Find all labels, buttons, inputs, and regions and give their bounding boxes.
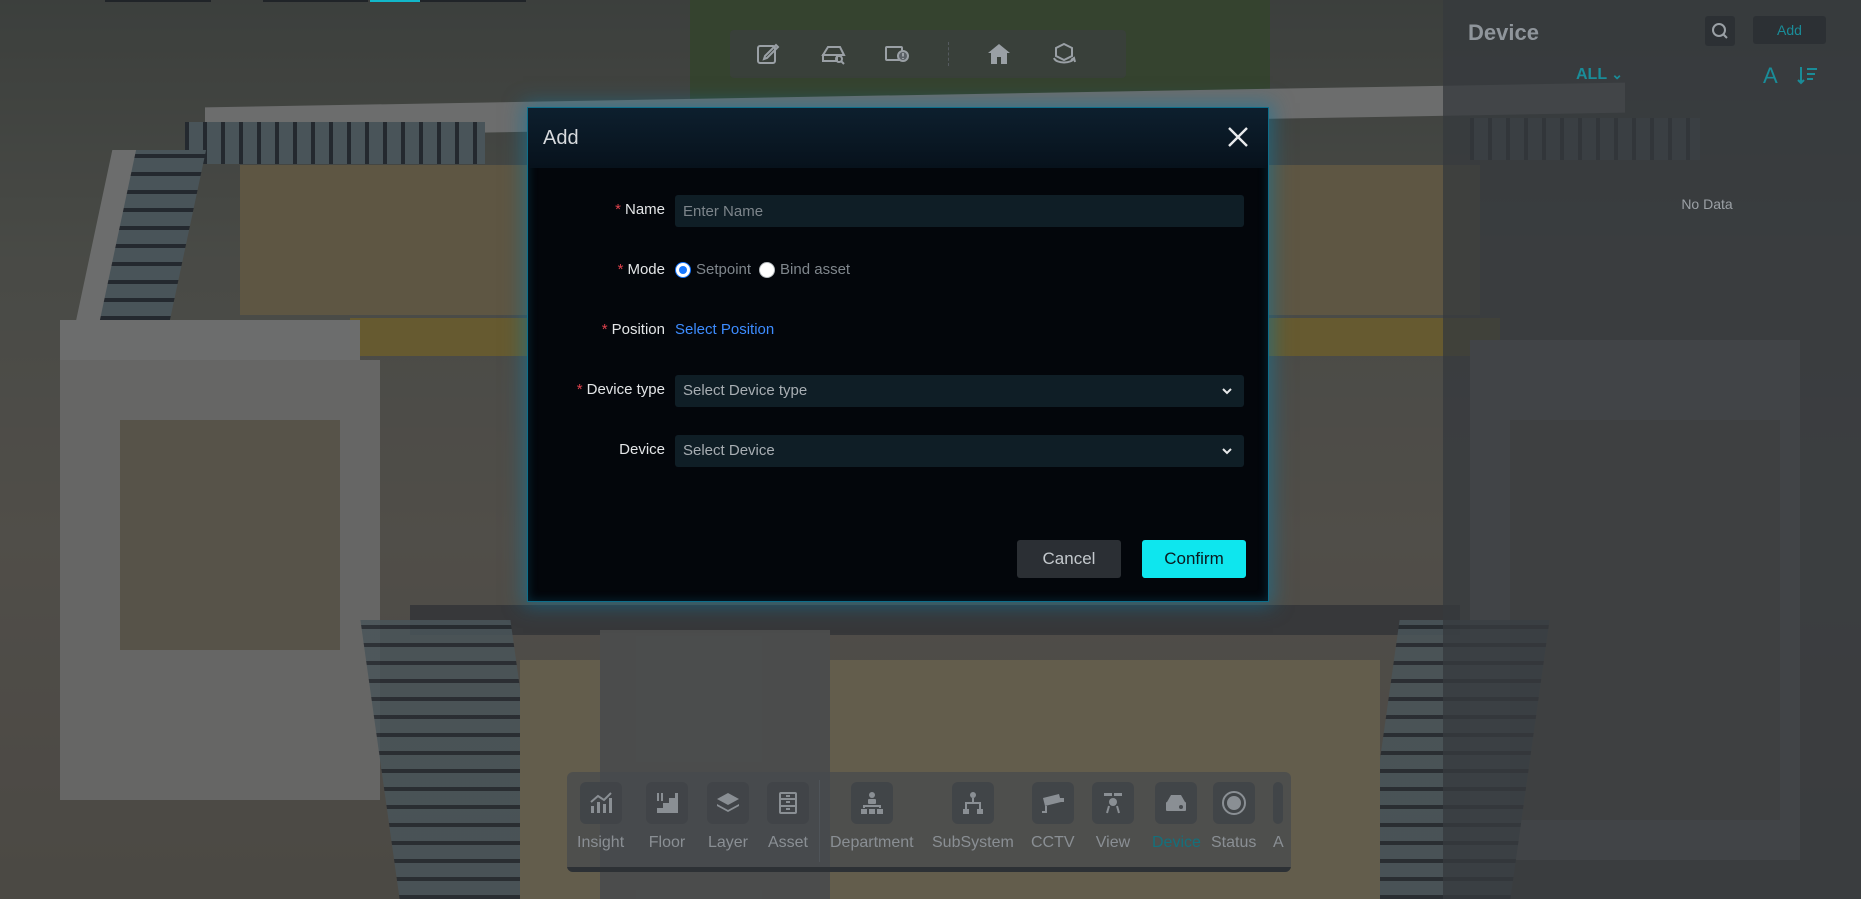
search-icon [1712, 23, 1728, 39]
layers-icon [717, 793, 739, 812]
filter-value: ALL [1576, 66, 1607, 83]
required-mark: * [615, 201, 621, 218]
name-row: * Name [528, 195, 1270, 227]
alert-screen-icon[interactable] [877, 34, 918, 74]
dock-item-more[interactable]: A [1273, 782, 1284, 852]
device-label: Device [619, 441, 665, 458]
subsystem-icon [962, 792, 983, 814]
home-icon[interactable] [979, 34, 1020, 74]
chevron-down-icon [1222, 388, 1232, 395]
dock-item-view[interactable]: View [1092, 782, 1134, 852]
device-type-label: * Device type [576, 381, 665, 398]
stairs-icon [657, 793, 678, 813]
radio-unselected-icon [759, 261, 776, 278]
bottom-dock: Insight Floor Layer Asset Department Sub… [567, 772, 1291, 872]
chevron-down-icon: ⌄ [1611, 66, 1623, 82]
dock-item-subsystem[interactable]: SubSystem [932, 782, 1014, 852]
dock-label: CCTV [1031, 834, 1075, 851]
dock-item-layer[interactable]: Layer [707, 782, 749, 852]
name-field[interactable] [675, 195, 1244, 227]
confirm-button[interactable]: Confirm [1142, 540, 1246, 578]
dock-label: Layer [707, 834, 749, 851]
status-icon [1221, 791, 1246, 815]
org-chart-icon [860, 792, 883, 814]
font-size-icon[interactable]: A [1763, 64, 1785, 88]
device-icon [1166, 795, 1187, 811]
dock-label: SubSystem [932, 834, 1014, 851]
panel-title: Device [1468, 20, 1539, 45]
dock-label: Device [1152, 834, 1201, 851]
dock-item-device[interactable]: Device [1152, 782, 1201, 852]
mode-row: * Mode Setpoint Bind asset [528, 255, 1270, 287]
device-row: Device Select Device [528, 435, 1270, 467]
area-search-icon[interactable] [813, 34, 854, 74]
dock-label: View [1095, 834, 1131, 851]
device-side-panel: Device Add ALL ⌄ A No Data [1443, 0, 1861, 899]
sort-icon[interactable] [1797, 64, 1819, 88]
dock-item-status[interactable]: Status [1211, 782, 1256, 852]
dock-label: Floor [648, 834, 686, 851]
dock-label: Asset [767, 834, 808, 851]
close-button[interactable] [1226, 125, 1250, 149]
select-placeholder: Select Device type [683, 382, 808, 399]
dock-item-asset[interactable]: Asset [767, 782, 809, 852]
dock-item-insight[interactable]: Insight [577, 782, 624, 852]
more-icon [1273, 782, 1284, 824]
required-mark: * [617, 261, 624, 278]
dock-label: Insight [577, 834, 625, 851]
dock-scrollbar[interactable] [567, 867, 1291, 872]
required-mark: * [601, 321, 608, 338]
toolbar-separator [947, 42, 949, 66]
chart-icon [589, 792, 612, 813]
device-type-select[interactable]: Select Device type [675, 375, 1244, 407]
device-type-row: * Device type Select Device type [528, 375, 1270, 407]
radio-label: Bind asset [780, 261, 851, 278]
dock-label: Status [1211, 834, 1257, 851]
name-input[interactable] [675, 195, 1244, 227]
cancel-button[interactable]: Cancel [1017, 540, 1121, 578]
position-label: * Position [601, 321, 665, 338]
dock-label: A [1273, 834, 1284, 851]
dock-item-cctv[interactable]: CCTV [1031, 782, 1075, 852]
mode-label: * Mode [617, 261, 665, 278]
filter-dropdown[interactable]: ALL ⌄ [1576, 66, 1623, 84]
radio-bind-asset[interactable]: Bind asset [759, 261, 850, 278]
search-button[interactable] [1705, 16, 1735, 46]
empty-state-text: No Data [1681, 196, 1733, 212]
cabinet-icon [779, 792, 797, 814]
top-toolbar [730, 30, 1126, 78]
radio-label: Setpoint [696, 261, 752, 278]
camera-icon [1041, 794, 1064, 813]
dialog-title: Add [543, 127, 579, 149]
edit-icon[interactable] [748, 34, 789, 74]
rotate-view-icon[interactable] [1043, 34, 1084, 74]
mode-radio-group: Setpoint Bind asset [675, 261, 858, 278]
radio-selected-icon [675, 261, 691, 278]
chevron-down-icon [1222, 448, 1232, 455]
panel-add-button[interactable]: Add [1753, 16, 1826, 44]
radio-setpoint[interactable]: Setpoint [675, 261, 751, 278]
add-dialog: Add *Name *Mode Setpoint Bind asset *Pos… [527, 107, 1269, 602]
dock-item-floor[interactable]: Floor [646, 782, 688, 852]
device-select[interactable]: Select Device [675, 435, 1244, 467]
select-position-link[interactable]: Select Position [675, 321, 774, 338]
required-mark: * [576, 381, 583, 398]
select-placeholder: Select Device [683, 442, 775, 459]
name-label: * Name [615, 201, 665, 218]
dock-label: Department [830, 834, 914, 851]
drone-icon [1104, 793, 1122, 814]
position-row: * Position Select Position [528, 315, 1270, 347]
dock-divider [819, 780, 820, 862]
dock-item-department[interactable]: Department [830, 782, 914, 852]
dialog-header: Add [528, 108, 1268, 168]
close-icon [1228, 127, 1248, 147]
